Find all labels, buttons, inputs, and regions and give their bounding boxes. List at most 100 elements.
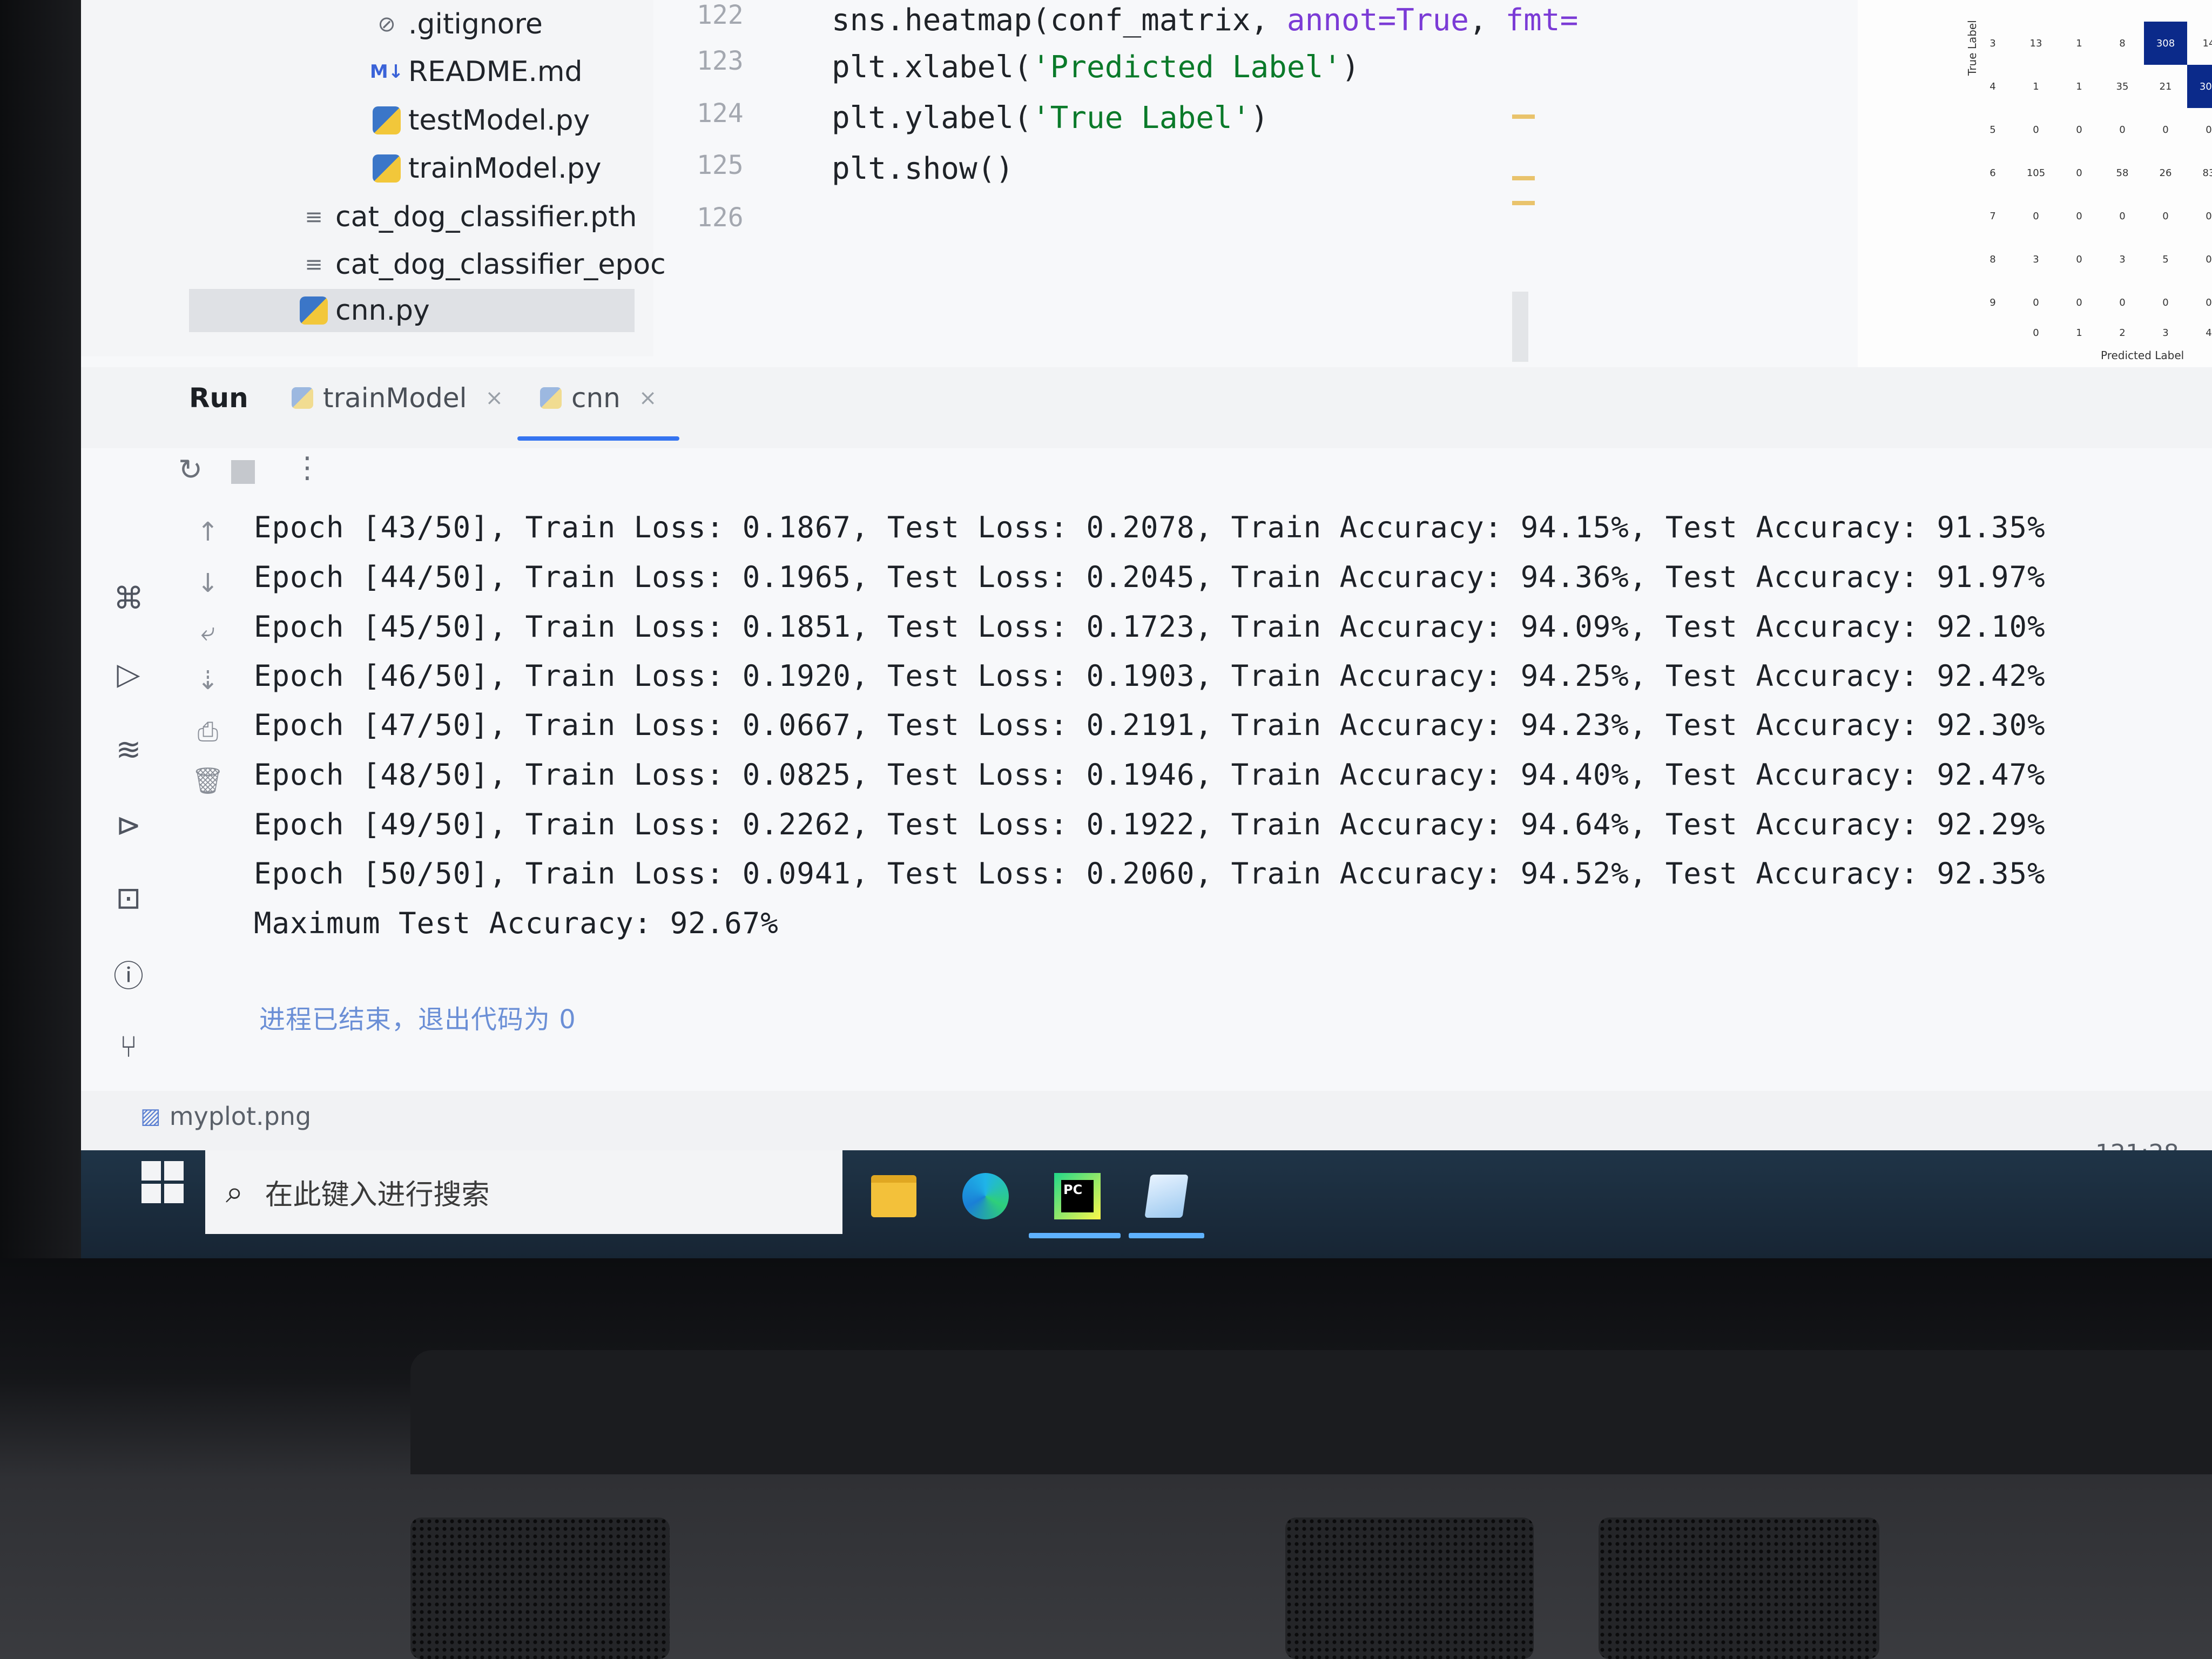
console-line: Epoch [46/50], Train Loss: 0.1920, Test … bbox=[254, 659, 2046, 693]
console-line: Epoch [47/50], Train Loss: 0.0667, Test … bbox=[254, 708, 2046, 742]
more-options-icon[interactable]: ⋮ bbox=[293, 450, 322, 484]
tree-item-classifier-pth[interactable]: ≡ cat_dog_classifier.pth bbox=[300, 195, 637, 239]
plot-ylabel: True Label bbox=[1966, 20, 1979, 76]
matrix-cell: 13 bbox=[2029, 37, 2042, 49]
scroll-down-icon[interactable]: ↓ bbox=[189, 564, 227, 602]
matrix-cell: 14 bbox=[2202, 37, 2212, 49]
ignore-file-icon: ⊘ bbox=[377, 12, 396, 37]
scroll-to-end-icon[interactable]: ⇣ bbox=[189, 662, 227, 699]
speaker-grill-middle bbox=[1285, 1518, 1534, 1659]
pycharm-icon[interactable]: PC bbox=[1048, 1166, 1107, 1226]
python-file-icon bbox=[300, 296, 328, 325]
file-explorer-icon[interactable] bbox=[864, 1166, 923, 1226]
tree-item-label: trainModel.py bbox=[408, 152, 602, 185]
matrix-cell: 0 bbox=[2076, 124, 2082, 136]
taskbar-search-box[interactable]: ⌕ 在此键入进行搜索 bbox=[205, 1150, 842, 1234]
code-line-heatmap[interactable]: sns.heatmap(conf_matrix, annot=True, fmt… bbox=[832, 3, 1578, 38]
matrix-cell: 3 bbox=[2033, 253, 2039, 265]
console-toolbar: ↑ ↓ ⤶ ⇣ ⎙ 🗑 bbox=[189, 513, 254, 815]
plot-xlabel: Predicted Label bbox=[2101, 349, 2184, 362]
python-file-icon bbox=[373, 154, 401, 183]
tree-item-readme[interactable]: M↓ README.md bbox=[370, 50, 583, 93]
scroll-up-icon[interactable]: ↑ bbox=[189, 513, 227, 551]
notepad-active-indicator bbox=[1129, 1233, 1204, 1238]
matrix-cell: 0 bbox=[2206, 253, 2212, 265]
matrix-x-tick: 3 bbox=[2162, 327, 2169, 339]
matrix-cell: 0 bbox=[2033, 296, 2039, 308]
layers-icon[interactable]: ≋ bbox=[108, 729, 149, 770]
matrix-cell: 0 bbox=[2206, 296, 2212, 308]
matrix-cell: 0 bbox=[2076, 253, 2082, 265]
confusion-matrix-preview: 3131830814026411352130104150000096906105… bbox=[1858, 0, 2212, 367]
editor-marker bbox=[1512, 176, 1535, 180]
tab-trainmodel[interactable]: trainModel × bbox=[292, 382, 503, 414]
code-string: 'True Label' bbox=[1031, 100, 1251, 136]
matrix-cell: 35 bbox=[2116, 80, 2129, 92]
pycharm-label: PC bbox=[1061, 1180, 1094, 1212]
run-title: Run bbox=[189, 382, 248, 414]
line-number: 122 bbox=[697, 0, 744, 30]
git-icon[interactable]: ⑂ bbox=[108, 1026, 149, 1067]
tree-item-cnn[interactable]: cnn.py bbox=[189, 289, 635, 332]
matrix-cell: 0 bbox=[2076, 296, 2082, 308]
windows-start-icon[interactable] bbox=[141, 1161, 185, 1204]
matrix-cell: 0 bbox=[2076, 167, 2082, 179]
stop-icon[interactable] bbox=[231, 460, 255, 484]
code-line-show[interactable]: plt.show() bbox=[832, 151, 1014, 186]
code-text: plt.xlabel( bbox=[832, 50, 1032, 85]
rerun-icon[interactable]: ↻ bbox=[178, 453, 203, 487]
code-line-ylabel[interactable]: plt.ylabel('True Label') bbox=[832, 100, 1269, 136]
console-line: Epoch [45/50], Train Loss: 0.1851, Test … bbox=[254, 610, 2046, 644]
console-line: Epoch [48/50], Train Loss: 0.0825, Test … bbox=[254, 758, 2046, 792]
editor-gutter bbox=[664, 0, 826, 356]
project-tree: ⊘ .gitignore M↓ README.md testModel.py t… bbox=[81, 0, 728, 356]
line-number: 124 bbox=[697, 98, 744, 129]
matrix-row-label: 9 bbox=[1990, 296, 1996, 308]
matrix-cell: 83 bbox=[2202, 167, 2212, 179]
editor-marker bbox=[1512, 114, 1535, 119]
services-icon[interactable]: ⊳ bbox=[108, 805, 149, 846]
tab-label: trainModel bbox=[323, 382, 467, 414]
code-text: ) bbox=[1250, 100, 1269, 136]
close-icon[interactable]: × bbox=[639, 386, 657, 410]
tree-item-trainmodel[interactable]: trainModel.py bbox=[373, 147, 601, 190]
python-file-icon bbox=[540, 387, 562, 409]
pycharm-active-indicator bbox=[1029, 1233, 1121, 1238]
matrix-row-label: 8 bbox=[1990, 253, 1996, 265]
edge-browser-icon[interactable] bbox=[956, 1166, 1015, 1226]
console-line: Epoch [49/50], Train Loss: 0.2262, Test … bbox=[254, 807, 2046, 841]
matrix-cell: 0 bbox=[2162, 296, 2169, 308]
image-file-icon: ▨ bbox=[140, 1104, 161, 1129]
matrix-cell: 8 bbox=[2119, 37, 2126, 49]
console-output[interactable]: Epoch [43/50], Train Loss: 0.1867, Test … bbox=[254, 486, 2212, 1091]
process-exit-message: 进程已结束，退出代码为 0 bbox=[259, 1004, 576, 1035]
tree-item-label: testModel.py bbox=[408, 104, 590, 137]
python-console-icon[interactable]: ⌘ bbox=[108, 578, 149, 619]
code-keyword: annot=True bbox=[1286, 3, 1469, 38]
close-icon[interactable]: × bbox=[485, 386, 504, 410]
matrix-cell: 21 bbox=[2159, 80, 2172, 92]
matrix-cell: 0 bbox=[2119, 210, 2126, 222]
trash-icon[interactable]: 🗑 bbox=[189, 761, 227, 799]
tree-item-testmodel[interactable]: testModel.py bbox=[373, 99, 590, 142]
status-file[interactable]: ▨ myplot.png bbox=[140, 1102, 311, 1131]
code-line-xlabel[interactable]: plt.xlabel('Predicted Label') bbox=[832, 50, 1360, 85]
editor-scrollbar[interactable] bbox=[1512, 292, 1528, 362]
matrix-cell: 308 bbox=[2144, 22, 2187, 65]
tree-item-gitignore[interactable]: ⊘ .gitignore bbox=[373, 3, 543, 46]
print-icon[interactable]: ⎙ bbox=[189, 713, 227, 751]
soft-wrap-icon[interactable]: ⤶ bbox=[189, 613, 227, 651]
tree-item-label: cat_dog_classifier.pth bbox=[335, 201, 637, 233]
code-string: 'Predicted Label' bbox=[1031, 50, 1342, 85]
terminal-icon[interactable]: ⊡ bbox=[108, 878, 149, 919]
notepad-icon[interactable] bbox=[1137, 1166, 1196, 1226]
line-number: 125 bbox=[697, 150, 744, 180]
matrix-cell: 5 bbox=[2162, 253, 2169, 265]
matrix-cell: 0 bbox=[2206, 210, 2212, 222]
text-file-icon: ≡ bbox=[305, 252, 323, 277]
code-text: ) bbox=[1341, 50, 1360, 85]
problems-icon[interactable]: ⓘ bbox=[108, 953, 149, 994]
code-text: plt.ylabel( bbox=[832, 100, 1032, 136]
run-icon[interactable]: ▷ bbox=[108, 653, 149, 694]
tab-cnn[interactable]: cnn × bbox=[540, 382, 657, 414]
